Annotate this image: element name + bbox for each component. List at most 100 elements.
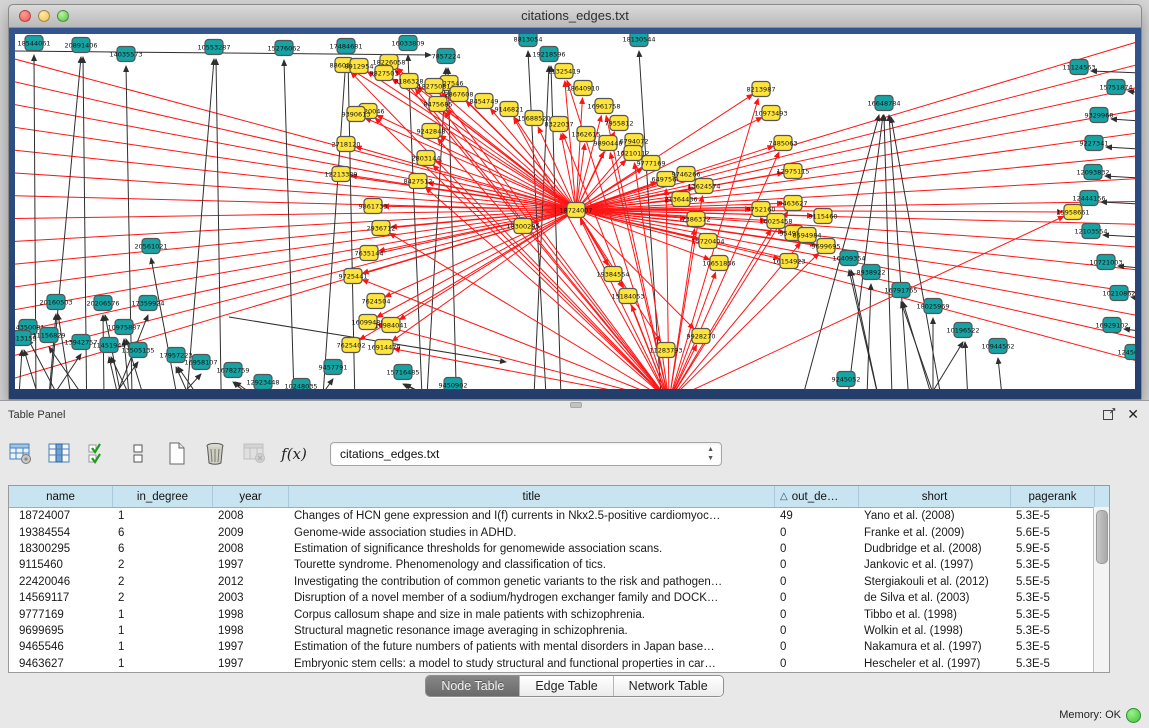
cell-pagerank[interactable]: 5.6E-5 (1011, 524, 1095, 540)
network-node[interactable]: 12975115 (776, 164, 809, 179)
row-height-icon[interactable] (123, 439, 153, 469)
cell-year[interactable]: 1997 (213, 557, 289, 573)
network-node[interactable]: 10975887 (107, 320, 140, 335)
cell-pagerank[interactable]: 5.5E-5 (1011, 574, 1095, 590)
network-node[interactable]: 20206576 (86, 296, 119, 311)
network-node[interactable]: 18130544 (622, 34, 655, 47)
cell-short[interactable]: Dudbridge et al. (2008) (859, 541, 1011, 557)
cell-year[interactable]: 2008 (213, 541, 289, 557)
cell-short[interactable]: Stergiakouli et al. (2012) (859, 574, 1011, 590)
network-node[interactable]: 10248035 (284, 379, 317, 390)
network-node[interactable]: 11325419 (547, 64, 580, 79)
network-node[interactable]: 17359924 (131, 296, 164, 311)
tab-node-table[interactable]: Node Table (426, 676, 520, 696)
float-panel-icon[interactable]: ↗ (1103, 408, 1115, 420)
table-row[interactable]: 911546021997Tourette syndrome. Phenomeno… (9, 557, 1109, 573)
network-node[interactable]: 12213389 (324, 167, 357, 182)
cell-title[interactable]: Embryonic stem cells: a model to study s… (289, 656, 775, 672)
cell-short[interactable]: de Silva et al. (2003) (859, 590, 1011, 606)
function-icon[interactable]: f(x) (279, 439, 309, 469)
cell-in-degree[interactable]: 1 (113, 606, 213, 622)
network-node[interactable]: 8213987 (747, 82, 776, 97)
window-titlebar[interactable]: citations_edges.txt (9, 5, 1141, 28)
network-node[interactable]: 11124563 (1062, 60, 1095, 75)
cell-pagerank[interactable]: 5.9E-5 (1011, 541, 1095, 557)
network-node[interactable]: 15720404 (691, 234, 724, 249)
cell-in-degree[interactable]: 2 (113, 590, 213, 606)
network-node[interactable]: 15716485 (386, 365, 419, 380)
column-header-name[interactable]: name (9, 486, 113, 507)
tab-edge-table[interactable]: Edge Table (520, 676, 613, 696)
cell-short[interactable]: Hescheler et al. (1997) (859, 656, 1011, 672)
cell-title[interactable]: Structural magnetic resonance image aver… (289, 623, 775, 639)
cell-out-de-[interactable]: 0 (775, 541, 859, 557)
column-header-in-degree[interactable]: in_degree (113, 486, 213, 507)
table-row[interactable]: 977716911998Corpus callosum shape and si… (9, 606, 1109, 622)
cell-pagerank[interactable]: 5.3E-5 (1011, 606, 1095, 622)
cell-title[interactable]: Corpus callosum shape and size in male p… (289, 606, 775, 622)
cell-in-degree[interactable]: 1 (113, 508, 213, 524)
column-header-title[interactable]: title (289, 486, 775, 507)
cell-name[interactable]: 14569117 (9, 590, 113, 606)
cell-out-de-[interactable]: 0 (775, 656, 859, 672)
table-row[interactable]: 1456911722003Disruption of a novel membe… (9, 590, 1109, 606)
cell-year[interactable]: 2003 (213, 590, 289, 606)
cell-short[interactable]: Jankovic et al. (1997) (859, 557, 1011, 573)
cell-pagerank[interactable]: 5.3E-5 (1011, 639, 1095, 655)
network-node[interactable]: 9329968 (1085, 108, 1114, 123)
network-node[interactable]: 12450612 (1117, 345, 1135, 360)
network-node[interactable]: 7624504 (362, 294, 391, 309)
column-header-year[interactable]: year (213, 486, 289, 507)
cell-out-de-[interactable]: 0 (775, 623, 859, 639)
network-node[interactable]: 12444156 (1072, 191, 1105, 206)
network-node[interactable]: 16914479 (367, 340, 400, 355)
column-header-short[interactable]: short (859, 486, 1011, 507)
network-node[interactable]: 9245052 (832, 372, 861, 387)
table-row[interactable]: 1938455462009Genome-wide association stu… (9, 524, 1109, 540)
network-node[interactable]: 12103554 (1074, 224, 1107, 239)
cell-name[interactable]: 18300295 (9, 541, 113, 557)
close-panel-icon[interactable]: ✕ (1127, 407, 1139, 421)
network-node[interactable]: 10553287 (197, 40, 230, 55)
network-node[interactable]: 7485063 (769, 136, 798, 151)
network-node[interactable]: 7635144 (355, 246, 384, 261)
network-node[interactable]: 10944562 (981, 339, 1014, 354)
cell-name[interactable]: 9115460 (9, 557, 113, 573)
network-node[interactable]: 12093832 (1076, 165, 1109, 180)
cell-pagerank[interactable]: 5.3E-5 (1011, 557, 1095, 573)
network-node[interactable]: 9457791 (319, 360, 348, 375)
insert-column-icon[interactable] (45, 439, 75, 469)
cell-out-de-[interactable]: 0 (775, 574, 859, 590)
cell-title[interactable]: Disruption of a novel member of a sodium… (289, 590, 775, 606)
table-selector-dropdown[interactable]: citations_edges.txt ▲▼ (330, 442, 722, 466)
cell-out-de-[interactable]: 0 (775, 524, 859, 540)
cell-title[interactable]: Tourette syndrome. Phenomenology and cla… (289, 557, 775, 573)
cell-year[interactable]: 1998 (213, 606, 289, 622)
cell-title[interactable]: Genome-wide association studies in ADHD. (289, 524, 775, 540)
cell-pagerank[interactable]: 5.3E-5 (1011, 656, 1095, 672)
cell-short[interactable]: Franke et al. (2009) (859, 524, 1011, 540)
network-node[interactable]: 16648784 (867, 96, 900, 111)
network-node[interactable]: 9861733 (359, 199, 388, 214)
table-row[interactable]: 2242004622012Investigating the contribut… (9, 574, 1109, 590)
network-node[interactable]: 10651856 (702, 256, 735, 271)
table-row[interactable]: 946554611997Estimation of the future num… (9, 639, 1109, 655)
network-canvas[interactable]: 1872400718544061208914061403557310553287… (15, 34, 1135, 389)
network-node[interactable]: 20561021 (134, 239, 167, 254)
cell-short[interactable]: Yano et al. (2008) (859, 508, 1011, 524)
cell-out-de-[interactable]: 0 (775, 557, 859, 573)
network-node[interactable]: 7857224 (432, 49, 461, 64)
network-node[interactable]: 20891406 (64, 38, 97, 53)
cell-short[interactable]: Tibbo et al. (1998) (859, 606, 1011, 622)
memory-status-indicator[interactable] (1126, 708, 1141, 723)
network-node[interactable]: 8813054 (514, 34, 543, 47)
table-row[interactable]: 1872400712008Changes of HCN gene express… (9, 508, 1109, 524)
cell-name[interactable]: 9699695 (9, 623, 113, 639)
cell-out-de-[interactable]: 49 (775, 508, 859, 524)
cell-in-degree[interactable]: 6 (113, 524, 213, 540)
cell-in-degree[interactable]: 6 (113, 541, 213, 557)
network-node[interactable]: 9450902 (439, 378, 468, 390)
cell-out-de-[interactable]: 0 (775, 590, 859, 606)
network-node[interactable]: 2936712 (367, 221, 396, 236)
column-header-out-de-[interactable]: △out_de… (775, 486, 859, 507)
